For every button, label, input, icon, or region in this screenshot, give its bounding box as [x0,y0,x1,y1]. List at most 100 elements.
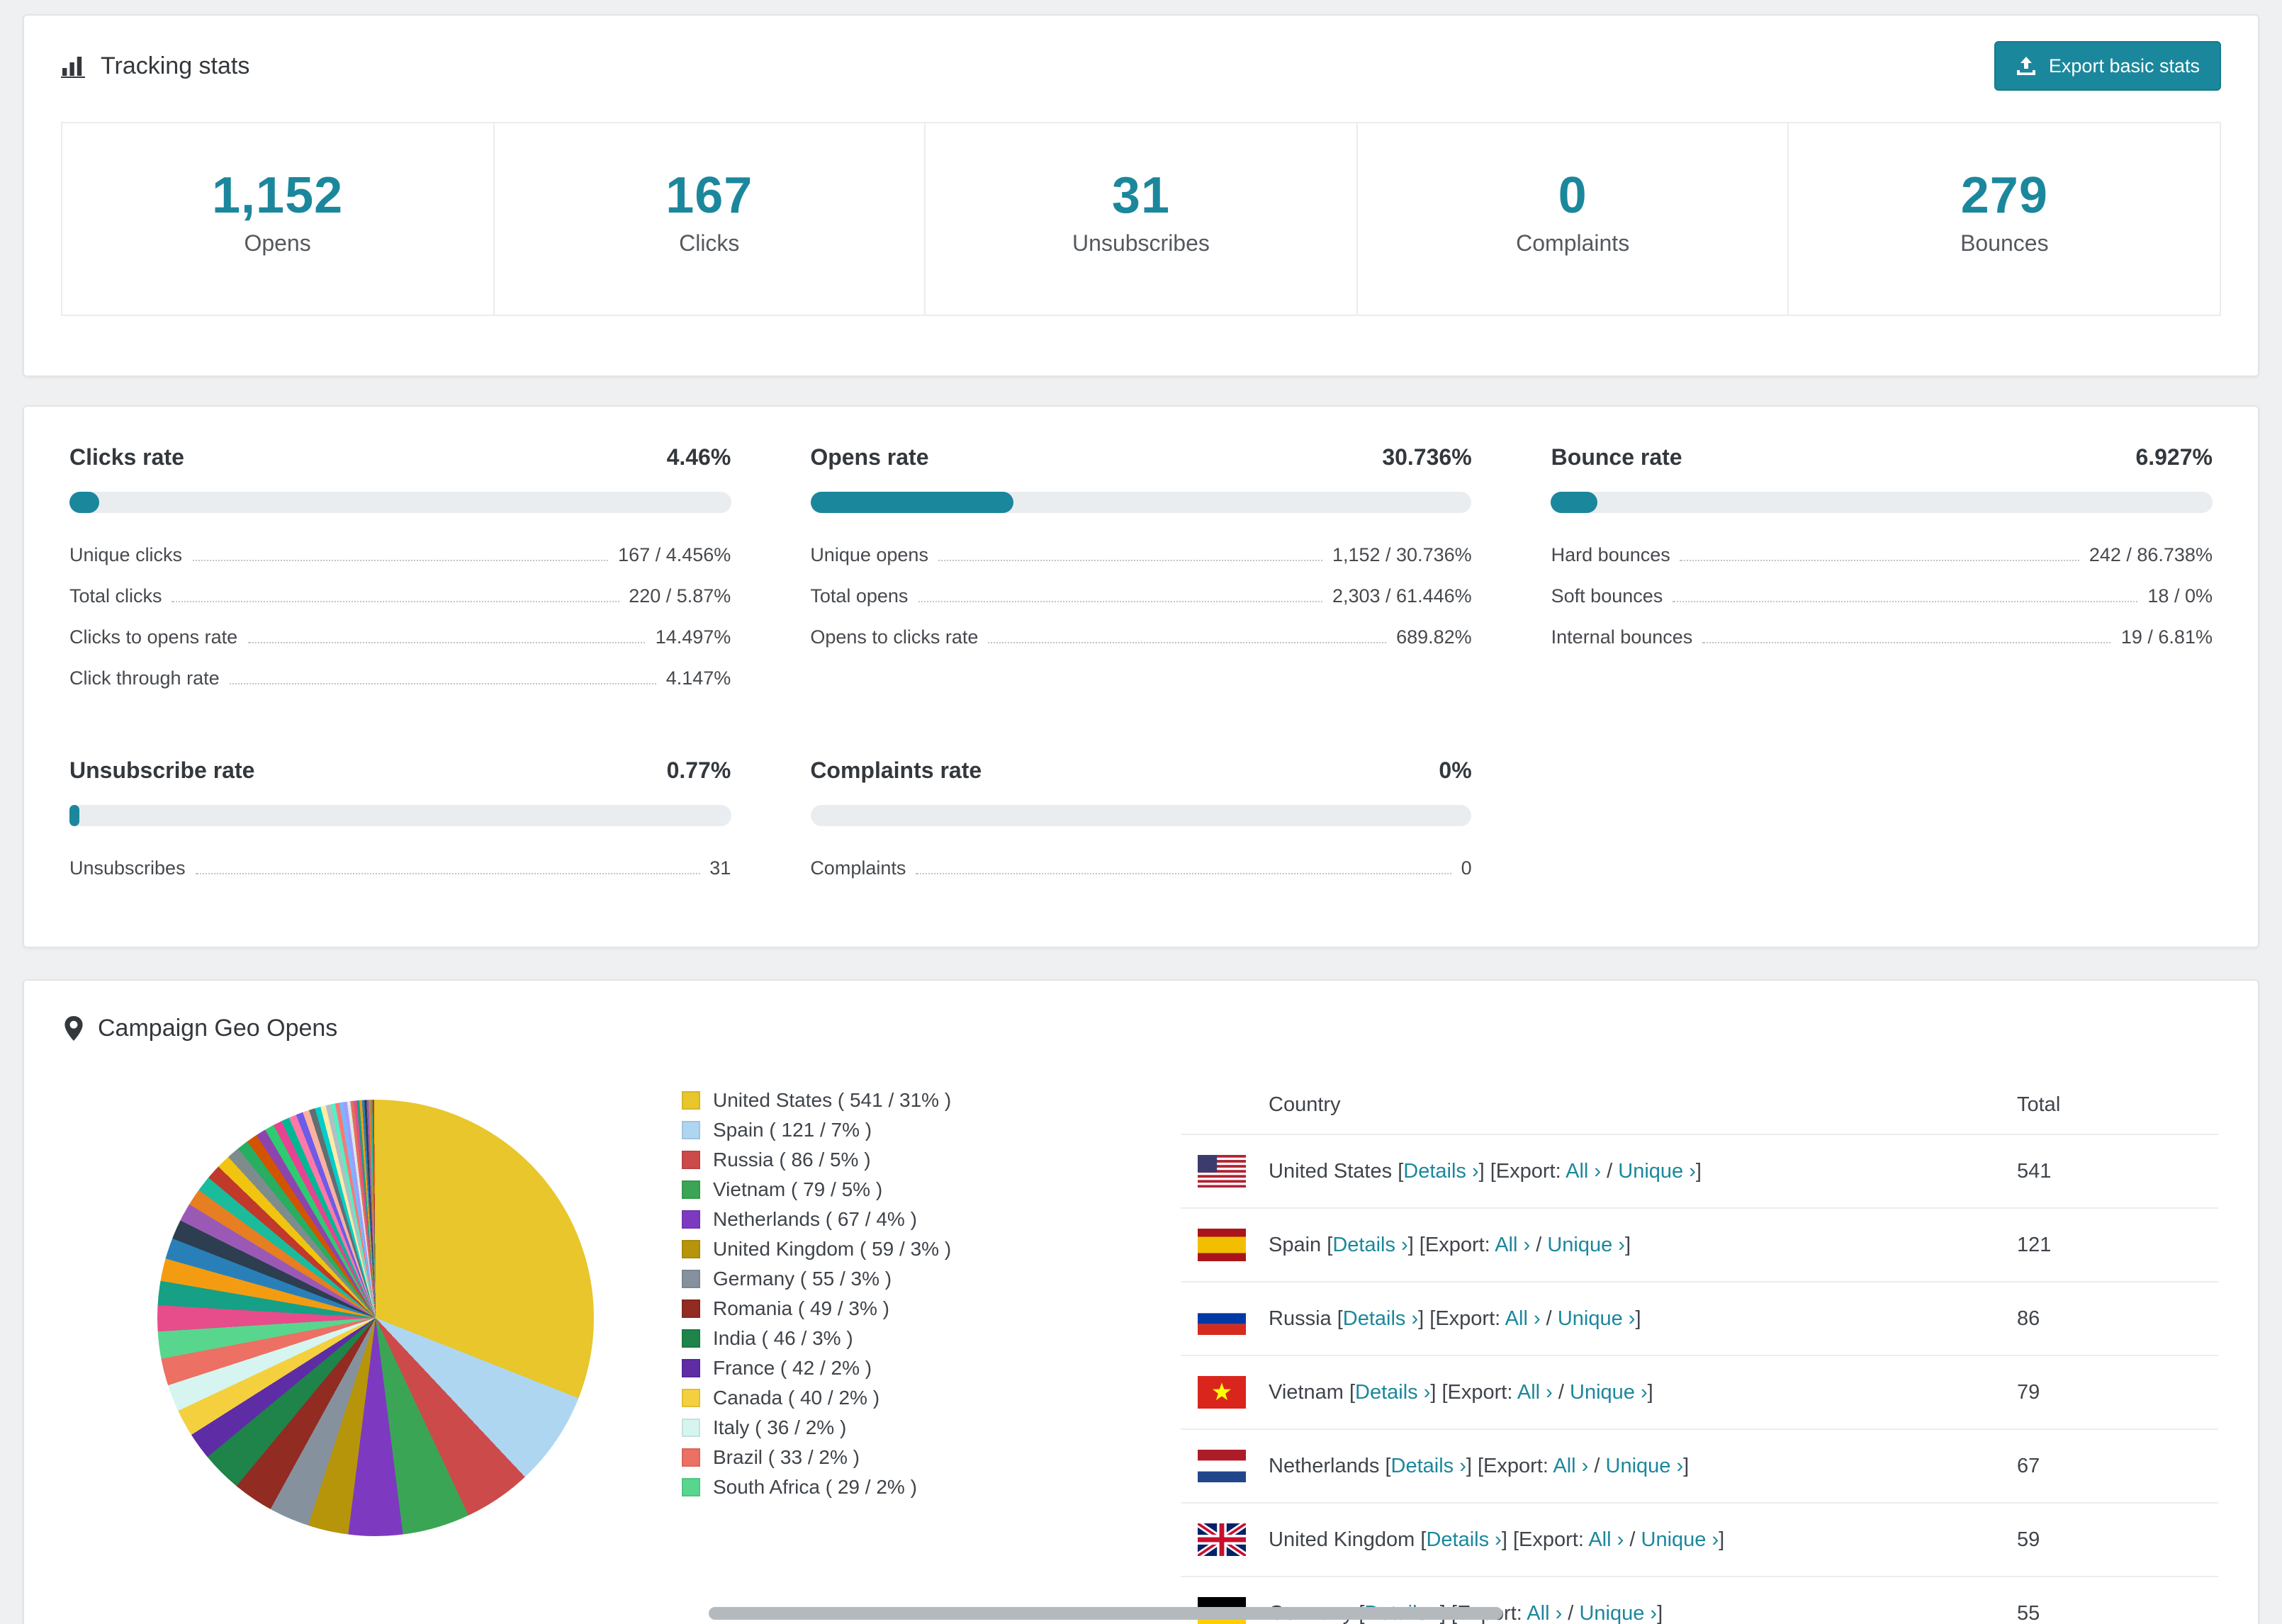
dotted-leader [192,560,609,561]
export-unique-link[interactable]: Unique › [1606,1455,1684,1477]
stats-row: 1,152 Opens 167 Clicks 31 Unsubscribes 0 Compla… [61,122,2221,316]
metric-unique-clicks: Unique clicks 167 / 4.456% [69,536,731,577]
metric-label: Complaints [810,857,906,879]
horizontal-scrollbar[interactable] [709,1607,1502,1620]
legend-item-south-africa[interactable]: South Africa ( 29 / 2% ) [682,1472,1039,1502]
gb-flag-icon [1198,1523,1246,1556]
legend-swatch [682,1210,700,1229]
rate-value: 30.736% [1382,446,1472,470]
rate-lines: Hard bounces 242 / 86.738% Soft bounces 18 … [1551,536,2213,659]
legend-item-brazil[interactable]: Brazil ( 33 / 2% ) [682,1443,1039,1472]
metric-value: 2,303 / 61.446% [1332,585,1472,607]
legend-label: Canada ( 40 / 2% ) [713,1386,880,1409]
export-all-link[interactable]: All › [1588,1528,1624,1551]
legend-swatch [682,1180,700,1199]
country-name: United Kingdom [1269,1528,1415,1551]
legend-item-canada[interactable]: Canada ( 40 / 2% ) [682,1383,1039,1413]
export-unique-link[interactable]: Unique › [1558,1307,1636,1330]
details-link[interactable]: Details › [1426,1528,1501,1551]
metric-label: Internal bounces [1551,626,1693,648]
legend-item-spain[interactable]: Spain ( 121 / 7% ) [682,1115,1039,1145]
legend-swatch [682,1419,700,1437]
legend-label: Russia ( 86 / 5% ) [713,1148,871,1171]
tracking-stats-card: Tracking stats Export basic stats 1,152 O… [23,14,2259,377]
country-name: United States [1269,1160,1393,1183]
geo-table-row-vietnam: Vietnam [Details ›] [Export: All › / Uni… [1181,1356,2218,1430]
progress-bar-track [1551,492,2213,513]
metric-soft-bounces: Soft bounces 18 / 0% [1551,577,2213,618]
rate-head: Bounce rate 6.927% [1551,446,2213,472]
details-link[interactable]: Details › [1391,1455,1466,1477]
legend-swatch [682,1478,700,1496]
legend-swatch [682,1240,700,1258]
export-all-link[interactable]: All › [1566,1160,1601,1183]
country-total: 79 [2017,1381,2040,1404]
legend-item-italy[interactable]: Italy ( 36 / 2% ) [682,1413,1039,1443]
legend-swatch [682,1359,700,1377]
stat-box-clicks: 167 Clicks [493,122,926,316]
legend-item-russia[interactable]: Russia ( 86 / 5% ) [682,1145,1039,1175]
export-all-link[interactable]: All › [1527,1602,1562,1624]
legend-swatch [682,1091,700,1110]
export-unique-link[interactable]: Unique › [1570,1381,1648,1404]
details-link[interactable]: Details › [1355,1381,1430,1404]
legend-label: Spain ( 121 / 7% ) [713,1118,872,1141]
details-link[interactable]: Details › [1403,1160,1478,1183]
rate-block-bounce-rate: Bounce rate 6.927% Hard bounces 242 / 86.73… [1551,446,2213,700]
metric-label: Soft bounces [1551,585,1663,607]
metric-value: 0 [1461,857,1472,879]
dotted-leader [229,683,656,684]
export-all-link[interactable]: All › [1505,1307,1541,1330]
legend-item-germany[interactable]: Germany ( 55 / 3% ) [682,1264,1039,1294]
metric-total-clicks: Total clicks 220 / 5.87% [69,577,731,618]
legend-item-united-kingdom[interactable]: United Kingdom ( 59 / 3% ) [682,1234,1039,1264]
metric-unique-opens: Unique opens 1,152 / 30.736% [810,536,1471,577]
stat-label: Complaints [1516,232,1630,256]
details-link[interactable]: Details › [1343,1307,1418,1330]
details-link[interactable]: Details › [1332,1234,1407,1256]
progress-bar-fill [69,805,79,826]
geo-table-row-spain: Spain [Details ›] [Export: All › / Uniqu… [1181,1209,2218,1282]
dotted-leader [916,873,1451,874]
stat-label: Clicks [679,232,740,256]
export-unique-link[interactable]: Unique › [1641,1528,1719,1551]
rate-block-opens-rate: Opens rate 30.736% Unique opens 1,152 / 30.… [810,446,1472,700]
dotted-leader [988,642,1387,643]
export-all-link[interactable]: All › [1517,1381,1553,1404]
stat-box-bounces: 279 Bounces [1787,122,2221,316]
export-all-link[interactable]: All › [1553,1455,1588,1477]
legend-swatch [682,1389,700,1407]
progress-bar-track [810,805,1472,826]
campaign-geo-opens-card: Campaign Geo Opens United States ( 541 /… [23,979,2259,1624]
metric-label: Total clicks [69,585,162,607]
geo-header: Campaign Geo Opens [64,1015,2218,1043]
legend-item-netherlands[interactable]: Netherlands ( 67 / 4% ) [682,1205,1039,1234]
legend-item-vietnam[interactable]: Vietnam ( 79 / 5% ) [682,1175,1039,1205]
export-unique-link[interactable]: Unique › [1547,1234,1625,1256]
legend-item-united-states[interactable]: United States ( 541 / 31% ) [682,1086,1039,1115]
legend-item-france[interactable]: France ( 42 / 2% ) [682,1353,1039,1383]
metric-label: Unique clicks [69,544,183,565]
geo-title-text: Campaign Geo Opens [98,1015,338,1042]
metric-complaints: Complaints 0 [810,849,1471,890]
export-basic-stats-button[interactable]: Export basic stats [1994,41,2221,91]
geo-title: Campaign Geo Opens [64,1015,337,1043]
geo-table-row-united-kingdom: United Kingdom [Details ›] [Export: All … [1181,1504,2218,1577]
export-all-link[interactable]: All › [1495,1234,1530,1256]
metric-click-through-rate: Click through rate 4.147% [69,659,731,700]
progress-bar-track [69,492,731,513]
rate-title: Unsubscribe rate [69,760,255,784]
export-unique-link[interactable]: Unique › [1579,1602,1657,1624]
geo-table-row-russia: Russia [Details ›] [Export: All › / Uniq… [1181,1282,2218,1356]
legend-item-romania[interactable]: Romania ( 49 / 3% ) [682,1294,1039,1324]
stat-label: Bounces [1960,232,2049,256]
legend-swatch [682,1121,700,1139]
tracking-stats-title: Tracking stats [61,52,249,80]
country-total: 541 [2017,1160,2052,1183]
export-unique-link[interactable]: Unique › [1618,1160,1696,1183]
legend-item-india[interactable]: India ( 46 / 3% ) [682,1324,1039,1353]
metric-value: 4.147% [665,667,731,689]
geo-table-row-netherlands: Netherlands [Details ›] [Export: All › /… [1181,1430,2218,1504]
us-flag-icon [1198,1155,1246,1188]
rate-value: 4.46% [666,446,731,470]
